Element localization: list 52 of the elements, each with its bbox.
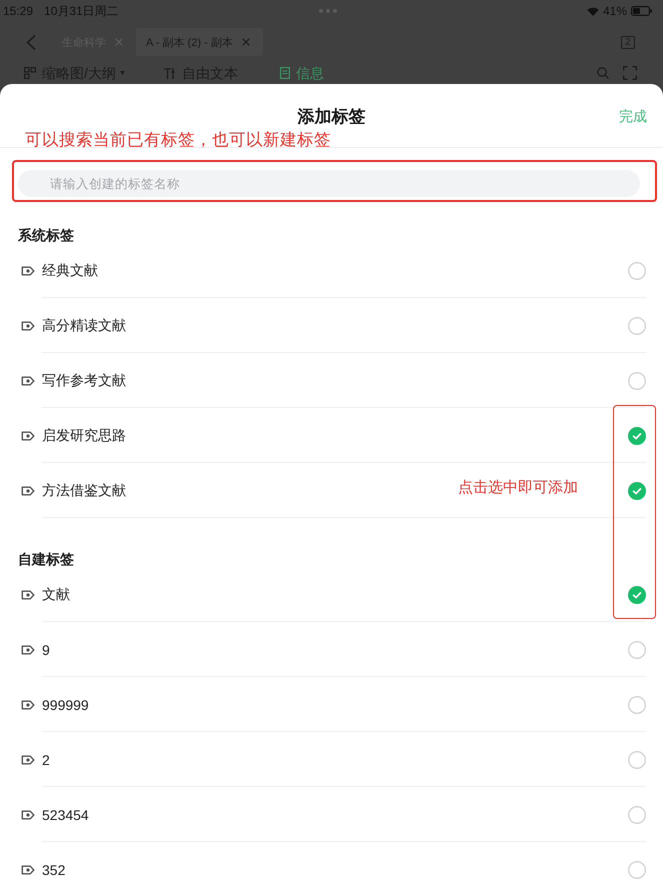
tag-label: 文献 [42, 586, 70, 604]
sheet-title: 添加标签 [298, 106, 366, 128]
tag-icon [21, 376, 35, 386]
annotation-note: 可以搜索当前已有标签，也可以新建标签 [25, 130, 331, 150]
tag-icon [21, 590, 35, 600]
checkbox[interactable] [628, 482, 646, 500]
checkbox[interactable] [628, 586, 646, 604]
fullscreen-icon[interactable] [623, 66, 637, 80]
tag-icon [21, 430, 35, 440]
tag-label: 523454 [42, 806, 89, 822]
tag-icon [21, 644, 35, 654]
checkbox[interactable] [628, 860, 646, 878]
search-icon[interactable] [597, 67, 609, 79]
checkbox[interactable] [628, 696, 646, 714]
tag-label: 启发研究思路 [42, 426, 126, 444]
checkbox[interactable] [628, 372, 646, 390]
tag-label: 999999 [42, 696, 89, 712]
close-icon[interactable] [242, 38, 250, 46]
tag-icon [21, 486, 35, 496]
checkbox[interactable] [628, 806, 646, 824]
checkbox[interactable] [628, 750, 646, 768]
tag-label: 2 [42, 752, 50, 768]
tag-label: 方法借鉴文献 [42, 482, 126, 500]
tag-icon [21, 754, 35, 764]
tag-label: 9 [42, 642, 50, 658]
document-icon [280, 67, 290, 79]
annotation-note: 点击选中即可添加 [458, 478, 578, 498]
checkbox[interactable] [628, 316, 646, 334]
checkbox[interactable] [628, 262, 646, 280]
done-button[interactable]: 完成 [619, 106, 647, 126]
close-icon[interactable] [115, 38, 123, 46]
text-cursor-icon [162, 66, 176, 80]
battery-icon [631, 6, 652, 16]
tag-label: 高分精读文献 [42, 316, 126, 334]
section-title: 系统标签 [18, 227, 75, 243]
search-field[interactable]: 请输入创建的标签名称 [18, 170, 640, 197]
tag-label: 352 [42, 862, 66, 878]
wifi-icon [586, 6, 599, 16]
toolbar-button[interactable]: 信息 [280, 65, 324, 81]
tag-icon [21, 810, 35, 820]
section-title: 自建标签 [18, 551, 75, 567]
tag-icon [21, 266, 35, 276]
tag-icon [21, 864, 35, 874]
checkbox[interactable] [628, 640, 646, 658]
tag-icon [21, 320, 35, 330]
grid-icon [24, 67, 36, 79]
caret-down-icon [120, 71, 125, 75]
chevron-left-icon[interactable] [26, 34, 36, 50]
tag-label: 写作参考文献 [42, 372, 126, 390]
checkbox[interactable] [628, 426, 646, 444]
tag-label: 经典文献 [42, 262, 98, 280]
tag-icon [21, 700, 35, 710]
